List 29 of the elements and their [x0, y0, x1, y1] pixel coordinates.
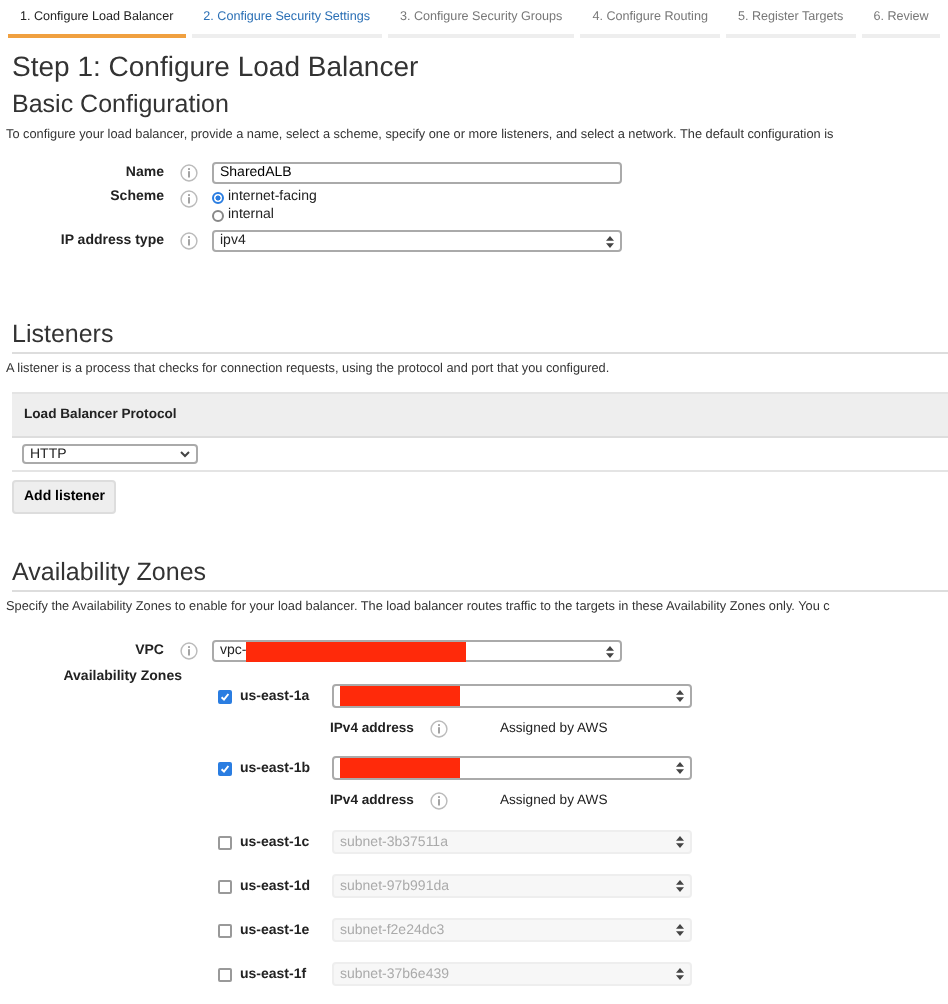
checkbox[interactable]: [218, 761, 232, 775]
select-arrows-icon: [676, 968, 684, 980]
checkbox[interactable]: [218, 835, 232, 849]
info-icon[interactable]: [179, 642, 197, 660]
subnet-select[interactable]: [332, 684, 692, 708]
subnet-select[interactable]: [332, 756, 692, 780]
select-arrows-icon: [676, 836, 684, 848]
info-icon[interactable]: [179, 190, 197, 208]
info-icon[interactable]: [429, 720, 448, 738]
check-icon: [220, 763, 230, 773]
check-icon: [220, 691, 230, 701]
section-heading: Listeners: [12, 320, 116, 348]
section-heading: Availability Zones: [12, 558, 209, 586]
chevron-icon: [180, 450, 190, 458]
select-arrows-icon: [676, 924, 684, 936]
info-icon[interactable]: [179, 164, 197, 182]
select-arrows-icon: [606, 645, 614, 657]
checkbox[interactable]: [218, 879, 232, 893]
select-arrows-icon: [676, 880, 684, 892]
info-icon[interactable]: [429, 792, 448, 810]
checkbox[interactable]: [218, 923, 232, 937]
select-arrows-icon: [606, 235, 614, 247]
section-heading: Basic Configuration: [12, 90, 231, 118]
checkbox[interactable]: [218, 689, 232, 703]
select-arrows-icon: [676, 762, 684, 774]
checkbox[interactable]: [218, 967, 232, 981]
select-arrows-icon: [676, 690, 684, 702]
page-title: Step 1: Configure Load Balancer: [12, 50, 421, 82]
info-icon[interactable]: [179, 232, 197, 250]
